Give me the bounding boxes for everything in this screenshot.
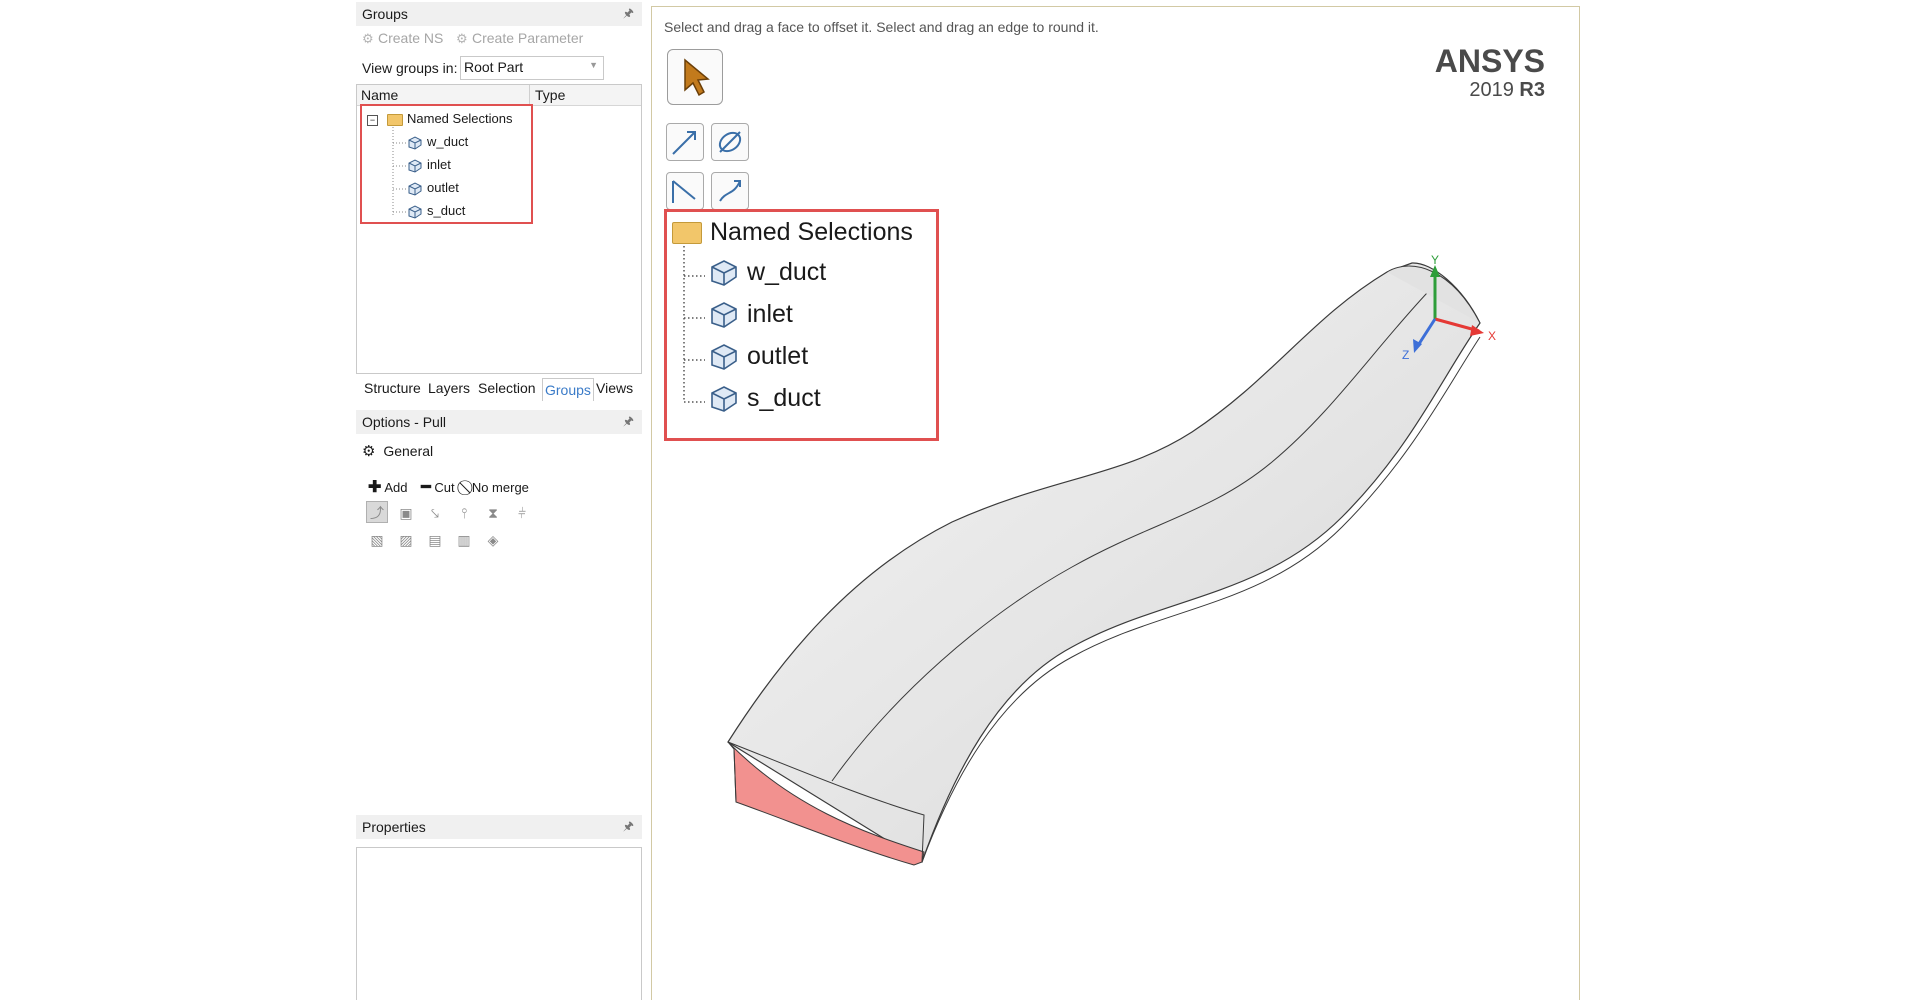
cut-option[interactable]: ━ Cut <box>421 479 455 496</box>
create-parameter-icon: ⚙ <box>456 31 468 46</box>
axis-z-label: Z <box>1402 348 1409 362</box>
pull-tools-row-1: ⤴ ▣ ⤥ ⫯ ⧗ ⫩ <box>366 501 540 524</box>
draft-icon[interactable]: ⫯ <box>453 502 475 524</box>
tab-views[interactable]: Views <box>596 380 633 396</box>
pin-icon[interactable]: 🖈 <box>623 4 634 25</box>
tab-selection[interactable]: Selection <box>478 380 536 396</box>
groups-panel-title: Groups <box>362 6 408 22</box>
axis-x-label: X <box>1488 329 1496 343</box>
create-ns-icon: ⚙ <box>362 31 374 46</box>
properties-grid <box>356 847 642 1000</box>
no-merge-option[interactable]: ⃠ No merge <box>468 480 529 495</box>
general-label: General <box>383 443 434 459</box>
surface-option-icon[interactable]: ▨ <box>395 529 417 551</box>
properties-panel-title: Properties <box>362 819 426 835</box>
view-groups-select[interactable]: Root Part ▼ <box>460 56 604 80</box>
view-groups-label: View groups in: <box>362 60 458 76</box>
copy-option-icon[interactable]: ▥ <box>453 529 475 551</box>
general-section[interactable]: ⚙ General <box>362 442 433 460</box>
graphics-viewport[interactable]: Select and drag a face to offset it. Sel… <box>651 6 1580 1000</box>
sweep-icon[interactable]: ⤥ <box>424 502 446 524</box>
offset-option-icon[interactable]: ▤ <box>424 529 446 551</box>
groups-panel-header: Groups 🖈 <box>356 2 642 26</box>
tab-layers[interactable]: Layers <box>428 380 470 396</box>
pull-direction-icon[interactable]: ⤴ <box>366 501 388 523</box>
pull-options-row: ✚ Add ━ Cut ⃠ No merge <box>368 477 529 497</box>
create-parameter-button[interactable]: ⚙ Create Parameter <box>456 30 583 47</box>
properties-panel-header: Properties 🖈 <box>356 815 642 839</box>
duct-model[interactable]: Y X Z <box>652 7 1581 1001</box>
chevron-down-icon: ▼ <box>589 60 598 70</box>
options-panel-header: Options - Pull 🖈 <box>356 410 642 434</box>
left-panel: Groups 🖈 ⚙ Create NS ⚙ Create Parameter Vi… <box>356 0 642 1000</box>
pin-icon[interactable]: 🖈 <box>623 412 634 433</box>
add-option[interactable]: ✚ Add <box>368 479 407 496</box>
blend-icon[interactable]: ⧗ <box>482 502 504 524</box>
view-groups-row: View groups in: Root Part ▼ <box>356 56 642 80</box>
duct-body[interactable] <box>727 262 1481 863</box>
revolve-icon[interactable]: ▣ <box>395 502 417 524</box>
tab-structure[interactable]: Structure <box>364 380 421 396</box>
gear-icon: ⚙ <box>362 443 376 460</box>
pull-tools-row-2: ▧ ▨ ▤ ▥ ◈ <box>366 529 511 551</box>
ruler-icon[interactable]: ⫩ <box>511 502 533 524</box>
minus-icon: ━ <box>421 479 431 496</box>
plus-icon: ✚ <box>368 479 382 496</box>
axis-y-label: Y <box>1431 253 1439 267</box>
groups-toolbar: ⚙ Create NS ⚙ Create Parameter <box>356 28 642 52</box>
panel-tabs: Structure Layers Selection Groups Views <box>356 378 642 402</box>
create-ns-button[interactable]: ⚙ Create NS <box>362 30 443 47</box>
tab-groups[interactable]: Groups <box>542 378 594 401</box>
face-option-icon[interactable]: ◈ <box>482 529 504 551</box>
pin-icon[interactable]: 🖈 <box>623 817 634 838</box>
view-groups-value: Root Part <box>464 59 524 75</box>
solid-option-icon[interactable]: ▧ <box>366 529 388 551</box>
tree-highlight-box <box>360 104 533 224</box>
options-panel-title: Options - Pull <box>362 414 447 430</box>
